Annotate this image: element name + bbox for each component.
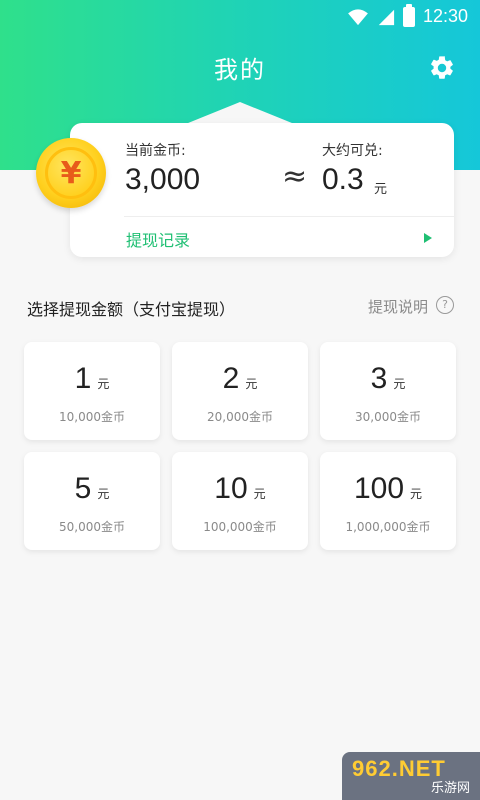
amount-option-2[interactable]: 2元 20,000金币 xyxy=(172,342,308,440)
approx-equal-symbol: ≈ xyxy=(282,159,308,194)
play-arrow-icon[interactable] xyxy=(424,233,432,243)
amount-coins: 10,000金币 xyxy=(59,410,125,424)
amount-value: 2 xyxy=(222,362,240,395)
section-title: 选择提现金额（支付宝提现） xyxy=(27,300,236,319)
approx-unit: 元 xyxy=(374,182,388,197)
battery-icon xyxy=(402,3,415,27)
amount-coins: 20,000金币 xyxy=(207,410,273,424)
help-icon[interactable]: ? xyxy=(436,296,454,314)
amount-value: 3 xyxy=(370,362,388,395)
amount-value: 100 xyxy=(353,472,405,505)
card-divider xyxy=(124,216,454,217)
amount-unit: 元 xyxy=(410,487,423,501)
amount-unit: 元 xyxy=(393,377,406,391)
amount-coins: 50,000金币 xyxy=(59,520,125,534)
amount-option-5[interactable]: 5元 50,000金币 xyxy=(24,452,160,550)
gold-coin-icon: ¥ xyxy=(36,138,106,208)
status-time: 12:30 xyxy=(422,6,468,26)
site-watermark: 962.NET 乐游网 xyxy=(342,752,480,800)
signal-icon xyxy=(378,9,395,25)
amount-value: 5 xyxy=(74,472,92,505)
withdraw-explain-link[interactable]: 提现说明 xyxy=(368,296,428,317)
amount-value: 10 xyxy=(214,472,248,505)
approx-value: 0.3 xyxy=(322,163,364,196)
current-coins-label: 当前金币: xyxy=(125,143,186,159)
page-title: 我的 xyxy=(214,56,266,84)
amount-option-100[interactable]: 100 元 1,000,000金币 xyxy=(320,452,456,550)
current-coins-value: 3,000 xyxy=(125,163,201,196)
amount-value: 1 xyxy=(74,362,92,395)
amount-option-3[interactable]: 3元 30,000金币 xyxy=(320,342,456,440)
yuan-symbol: ¥ xyxy=(45,147,97,199)
amount-coins: 1,000,000金币 xyxy=(345,520,431,534)
amount-coins: 100,000金币 xyxy=(203,520,277,534)
status-bar: 12:30 xyxy=(0,0,480,36)
amount-unit: 元 xyxy=(97,377,110,391)
withdraw-record-link[interactable]: 提现记录 xyxy=(126,227,190,251)
amount-unit: 元 xyxy=(97,487,110,501)
amount-option-1[interactable]: 1元 10,000金币 xyxy=(24,342,160,440)
amount-option-10[interactable]: 10 元 100,000金币 xyxy=(172,452,308,550)
approx-value-label: 大约可兑: xyxy=(322,143,383,159)
wifi-icon xyxy=(348,8,368,25)
amount-coins: 30,000金币 xyxy=(355,410,421,424)
amount-unit: 元 xyxy=(245,377,258,391)
watermark-sub: 乐游网 xyxy=(430,780,470,795)
amount-unit: 元 xyxy=(253,487,266,501)
settings-gear-icon[interactable] xyxy=(428,54,456,82)
